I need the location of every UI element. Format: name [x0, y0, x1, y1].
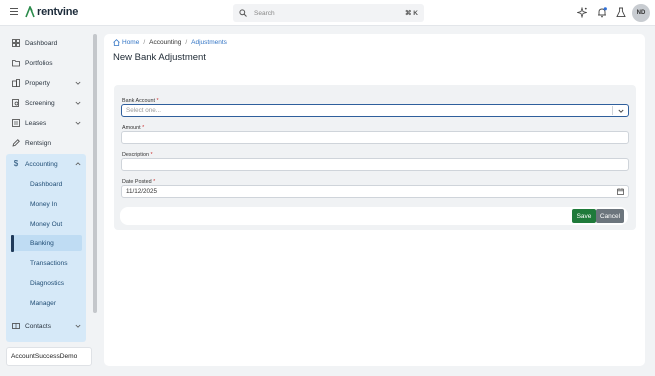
breadcrumb-home[interactable]: Home [122, 39, 139, 46]
chevron-down-icon [75, 81, 81, 85]
bell-icon[interactable] [597, 7, 607, 18]
breadcrumb-separator: / [185, 39, 188, 46]
sidebar-scrollbar[interactable] [93, 34, 97, 313]
sparkle-icon[interactable] [577, 7, 587, 18]
sidebar-item-leases[interactable]: Leases [6, 114, 86, 132]
description-field[interactable] [121, 158, 629, 171]
chevron-down-icon [75, 101, 81, 105]
screening-icon [12, 99, 19, 107]
sidebar-item-label: Screening [25, 99, 55, 107]
sidebar-subitem-banking[interactable]: Banking [12, 235, 82, 251]
cancel-button[interactable]: Cancel [596, 209, 624, 223]
top-bar: rentvine ⌘ K ND [0, 0, 655, 26]
sidebar-subitem-money-out[interactable]: Money Out [12, 216, 82, 232]
search-shortcut: ⌘ K [405, 10, 418, 17]
sidebar-item-property[interactable]: Property [6, 74, 86, 92]
sidebar-subitem-dashboard[interactable]: Dashboard [12, 176, 82, 192]
sidebar-item-accounting[interactable]: $ Accounting [6, 155, 86, 173]
save-button[interactable]: Save [572, 209, 596, 223]
page-title: New Bank Adjustment [113, 52, 206, 63]
sidebar-item-label: Accounting [25, 160, 58, 168]
sidebar-item-rentsign[interactable]: Rentsign [6, 134, 86, 152]
pen-icon [12, 139, 20, 147]
select-divider [612, 106, 613, 115]
menu-icon[interactable] [10, 8, 18, 17]
contacts-icon [12, 323, 20, 329]
dashboard-icon [12, 39, 20, 47]
chevron-up-icon [75, 162, 81, 166]
home-icon[interactable] [113, 39, 120, 46]
sidebar-item-label: Contacts [25, 322, 52, 330]
breadcrumb-separator: / [143, 39, 146, 46]
main-content: Home / Accounting / Adjustments New Bank… [104, 34, 645, 366]
date-posted-value: 11/12/2025 [126, 188, 158, 195]
sidebar-item-dashboard[interactable]: Dashboard [6, 34, 86, 52]
form-actions: Save Cancel [120, 207, 628, 225]
chevron-down-icon [75, 324, 81, 328]
adjustment-form: Bank Account * Select one... Amount * De… [114, 85, 636, 230]
folder-icon [12, 60, 20, 67]
date-posted-field[interactable]: 11/12/2025 [121, 185, 629, 198]
chevron-down-icon [618, 109, 624, 113]
sidebar-item-screening[interactable]: Screening [6, 94, 86, 112]
company-switcher[interactable]: AccountSuccessDemo [6, 347, 92, 366]
sidebar-item-portfolios[interactable]: Portfolios [6, 54, 86, 72]
brand-name: rentvine [37, 6, 79, 18]
sidebar-subitem-manager[interactable]: Manager [12, 295, 82, 311]
rentvine-logo-icon [25, 6, 35, 18]
breadcrumb: Home / Accounting / Adjustments [113, 39, 227, 46]
search-input[interactable] [254, 9, 405, 17]
search-icon [239, 9, 247, 17]
lease-icon [12, 119, 20, 127]
sidebar-subitem-transactions[interactable]: Transactions [12, 255, 82, 271]
bank-account-select[interactable]: Select one... [121, 104, 629, 117]
breadcrumb-accounting[interactable]: Accounting [149, 39, 181, 46]
breadcrumb-adjustments[interactable]: Adjustments [191, 39, 227, 46]
sidebar-item-label: Leases [25, 119, 47, 127]
sidebar-item-label: Dashboard [25, 39, 58, 47]
user-avatar[interactable]: ND [632, 4, 650, 22]
search-bar[interactable]: ⌘ K [233, 4, 424, 22]
brand-logo[interactable]: rentvine [25, 6, 78, 18]
dollar-icon: $ [13, 159, 19, 168]
chevron-down-icon [75, 121, 81, 125]
building-icon [12, 79, 20, 87]
sidebar-item-contacts[interactable]: Contacts [6, 317, 86, 335]
amount-field[interactable] [121, 131, 629, 144]
flask-icon[interactable] [616, 7, 626, 18]
sidebar: Dashboard Portfolios Property Screening … [0, 26, 96, 346]
sidebar-subitem-diagnostics[interactable]: Diagnostics [12, 275, 82, 291]
sidebar-subitem-money-in[interactable]: Money In [12, 196, 82, 212]
active-indicator [11, 235, 14, 252]
sidebar-item-label: Portfolios [25, 59, 53, 67]
sidebar-item-label: Property [25, 79, 50, 87]
calendar-icon[interactable] [617, 188, 624, 195]
sidebar-item-label: Rentsign [25, 139, 52, 147]
bank-account-placeholder: Select one... [126, 107, 162, 114]
